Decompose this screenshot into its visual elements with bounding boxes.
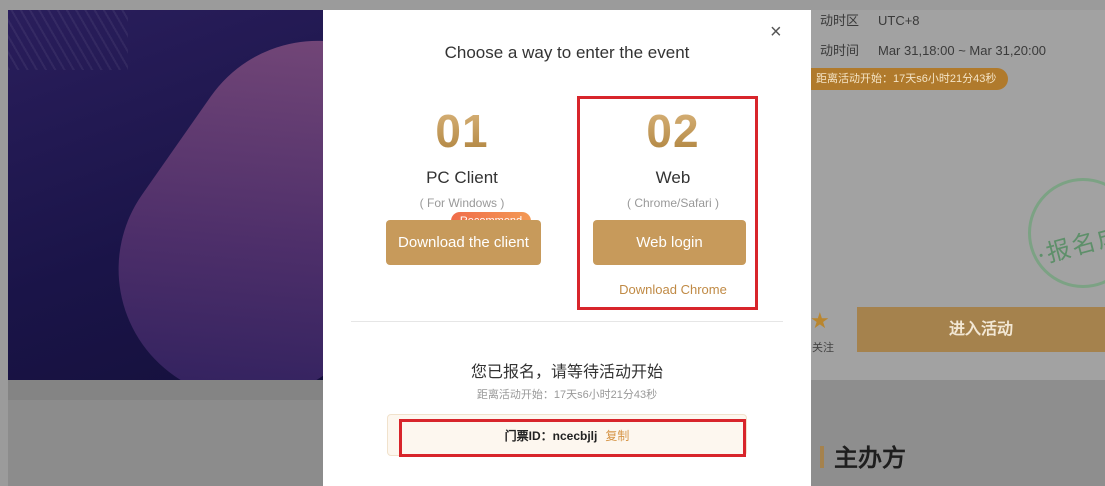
organizer-heading: 主办方 xyxy=(820,438,906,473)
star-icon[interactable]: ★ xyxy=(810,310,830,332)
time-value: Mar 31,18:00 ~ Mar 31,20:00 xyxy=(878,43,1047,58)
highlight-box-web xyxy=(577,96,758,310)
background-lower-left xyxy=(8,380,323,486)
highlight-box-ticket xyxy=(399,419,746,457)
option-title: PC Client xyxy=(426,168,498,187)
divider xyxy=(351,321,783,322)
enter-event-button[interactable]: 进入活动 xyxy=(857,307,1105,352)
option-number: 01 xyxy=(377,108,547,154)
timezone-label: 动时区 xyxy=(820,13,860,28)
countdown-pill: 距离活动开始：17天s6小时21分43秒 xyxy=(800,68,1009,90)
timezone-row: 动时区 UTC+8 xyxy=(820,10,920,29)
follow-label: 关注 xyxy=(812,342,834,354)
time-row: 动时间 Mar 31,18:00 ~ Mar 31,20:00 xyxy=(820,40,1046,59)
timezone-value: UTC+8 xyxy=(878,13,920,28)
close-icon[interactable]: × xyxy=(770,22,782,42)
modal-title: Choose a way to enter the event xyxy=(444,43,690,62)
download-client-button[interactable]: Download the client xyxy=(386,220,541,265)
organizer-heading-text: 主办方 xyxy=(834,445,906,472)
banner-stripes xyxy=(8,10,128,70)
event-banner-image xyxy=(8,10,323,380)
time-label: 动时间 xyxy=(820,43,860,58)
countdown-text: 距离活动开始：17天s6小时21分43秒 xyxy=(476,389,658,401)
registration-status: 您已报名，请等待活动开始 xyxy=(470,364,663,381)
heading-accent-bar xyxy=(820,446,824,468)
enter-event-modal: Choose a way to enter the event × 01 PC … xyxy=(323,10,811,486)
option-pc-client: 01 PC Client ( For Windows ) xyxy=(377,108,547,210)
option-subtitle: ( For Windows ) xyxy=(419,196,505,210)
